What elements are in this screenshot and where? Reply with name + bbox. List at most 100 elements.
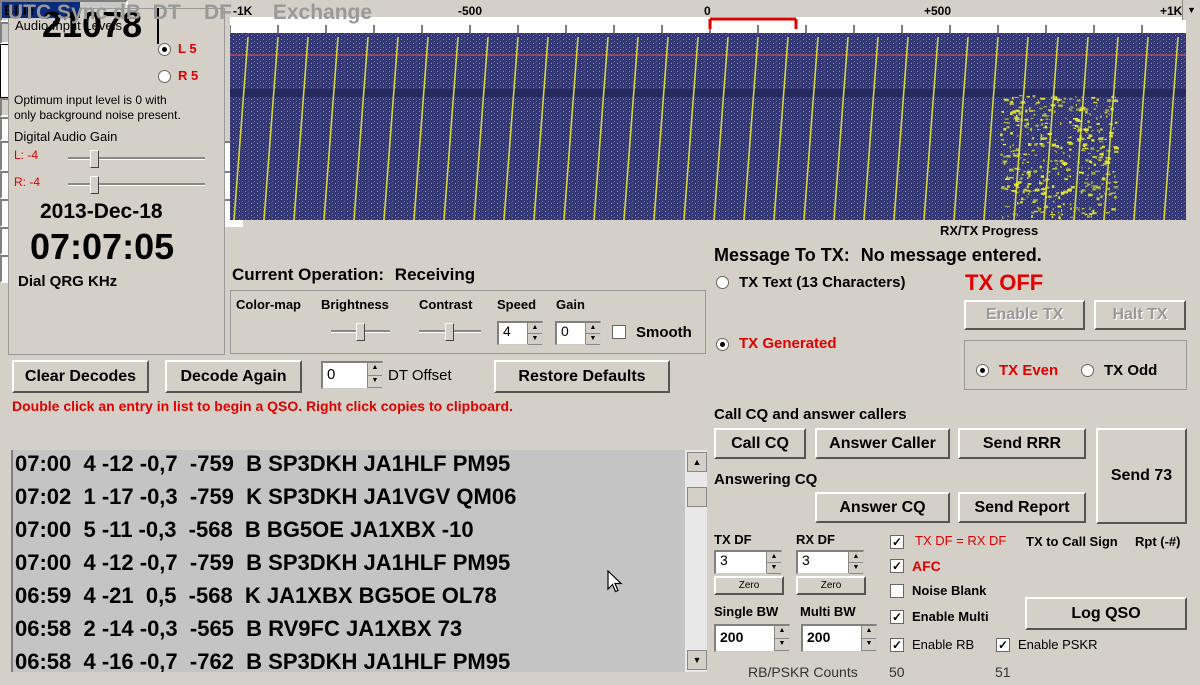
scroll-up-arrow-icon[interactable]: ▲ xyxy=(687,452,707,472)
pskr-count: 51 xyxy=(995,664,1011,680)
rx-df-zero-button[interactable]: Zero xyxy=(796,576,866,595)
smooth-label: Smooth xyxy=(636,324,692,341)
chevron-down-icon[interactable]: ▼ xyxy=(1182,0,1200,20)
operation-value: Receiving xyxy=(394,265,476,284)
input-hint-line2: only background noise present. xyxy=(14,108,181,122)
tx-generated-radio[interactable] xyxy=(716,338,729,351)
txdf-rxdf-checkbox[interactable]: ✓ xyxy=(890,535,904,549)
scroll-down-arrow-icon[interactable]: ▼ xyxy=(687,650,707,670)
cq-section-label: Call CQ and answer callers xyxy=(714,406,907,423)
send-report-button[interactable]: Send Report xyxy=(958,492,1086,523)
enable-rb-label: Enable RB xyxy=(912,637,975,652)
scale-label-plus-500: +500 xyxy=(924,4,952,18)
single-bw-label: Single BW xyxy=(714,604,779,619)
restore-defaults-button[interactable]: Restore Defaults xyxy=(494,360,670,393)
enable-rb-checkbox[interactable]: ✓ xyxy=(890,638,904,652)
multi-bw-value: 200 xyxy=(807,629,831,645)
smooth-checkbox[interactable] xyxy=(612,325,626,339)
waterfall-display[interactable] xyxy=(230,17,1186,220)
noise-blank-label: Noise Blank xyxy=(912,583,987,598)
answering-cq-label: Answering CQ xyxy=(714,471,818,488)
enable-multi-label: Enable Multi xyxy=(912,609,989,624)
afc-label: AFC xyxy=(912,558,941,574)
right-channel-radio[interactable] xyxy=(158,70,171,83)
gain-spinner[interactable]: 0 ▲ ▼ xyxy=(555,321,601,345)
contrast-thumb[interactable] xyxy=(445,323,454,341)
tx-even-label: TX Even xyxy=(999,362,1059,379)
enable-pskr-label: Enable PSKR xyxy=(1018,637,1098,652)
decode-again-button[interactable]: Decode Again xyxy=(165,360,302,393)
send-rrr-button[interactable]: Send RRR xyxy=(958,428,1086,459)
single-bw-spin-buttons[interactable]: ▲ ▼ xyxy=(774,626,789,651)
multi-bw-label: Multi BW xyxy=(800,604,856,619)
dt-offset-spinner[interactable]: 0 ▲ ▼ xyxy=(321,361,383,389)
left-gain-slider[interactable] xyxy=(68,157,205,160)
decode-row[interactable]: 07:00 4 -12 -0,7 -759 B SP3DKH JA1HLF PM… xyxy=(13,546,687,579)
tx-df-spinner[interactable]: 3 ▲ ▼ xyxy=(714,550,782,574)
rx-df-spin-buttons[interactable]: ▲ ▼ xyxy=(848,552,863,574)
dt-offset-label: DT Offset xyxy=(388,367,452,384)
call-cq-button[interactable]: Call CQ xyxy=(714,428,806,459)
mouse-pointer-icon xyxy=(607,570,623,593)
speed-spin-buttons[interactable]: ▲ ▼ xyxy=(527,323,542,345)
time-display: 07:07:05 xyxy=(30,226,175,267)
input-hint-line1: Optimum input level is 0 with xyxy=(14,93,167,107)
tx-df-zero-button[interactable]: Zero xyxy=(714,576,784,595)
enable-tx-button[interactable]: Enable TX xyxy=(964,300,1085,330)
enable-multi-checkbox[interactable]: ✓ xyxy=(890,610,904,624)
decode-scrollbar[interactable]: ▲ ▼ xyxy=(685,450,707,672)
rx-df-label: RX DF xyxy=(796,532,835,547)
clear-decodes-button[interactable]: Clear Decodes xyxy=(12,360,149,393)
contrast-label: Contrast xyxy=(419,297,473,312)
dt-offset-spin-buttons[interactable]: ▲ ▼ xyxy=(367,363,382,388)
left-channel-radio[interactable] xyxy=(158,43,171,56)
right-gain-thumb[interactable] xyxy=(90,176,99,194)
single-bw-spinner[interactable]: 200 ▲ ▼ xyxy=(714,624,790,652)
noise-blank-checkbox[interactable] xyxy=(890,584,904,598)
progress-label: RX/TX Progress xyxy=(940,223,1039,238)
tx-even-radio[interactable] xyxy=(976,364,989,377)
decode-row[interactable]: 06:59 4 -21 0,5 -568 K JA1XBX BG5OE OL78 xyxy=(13,579,687,612)
tx-generated-label: TX Generated xyxy=(739,335,837,352)
operation-label-text: Current Operation: xyxy=(232,265,385,284)
rx-df-value: 3 xyxy=(802,552,810,568)
log-qso-button[interactable]: Log QSO xyxy=(1025,597,1187,630)
right-channel-label: R 5 xyxy=(178,68,199,83)
send-73-button[interactable]: Send 73 xyxy=(1096,428,1187,524)
speed-spinner[interactable]: 4 ▲ ▼ xyxy=(497,321,543,345)
tx-text-label: TX Text (13 Characters) xyxy=(739,274,906,291)
multi-bw-spin-buttons[interactable]: ▲ ▼ xyxy=(861,626,876,651)
enable-pskr-checkbox[interactable]: ✓ xyxy=(996,638,1010,652)
decode-row[interactable]: 07:00 4 -12 -0,7 -759 B SP3DKH JA1HLF PM… xyxy=(13,450,687,480)
answer-cq-button[interactable]: Answer CQ xyxy=(815,492,950,523)
halt-tx-button[interactable]: Halt TX xyxy=(1094,300,1186,330)
left-channel-label: L 5 xyxy=(178,41,197,56)
multi-bw-spinner[interactable]: 200 ▲ ▼ xyxy=(801,624,877,652)
tx-text-radio[interactable] xyxy=(716,276,729,289)
date-display: 2013-Dec-18 xyxy=(40,200,163,223)
decode-list[interactable]: 07:00 4 -12 -0,7 -759 B SP3DKH JA1HLF PM… xyxy=(11,450,687,672)
decode-row[interactable]: 06:58 4 -16 -0,7 -762 B SP3DKH JA1HLF PM… xyxy=(13,645,687,672)
tx-call-sign-label: TX to Call Sign xyxy=(1026,534,1118,549)
scroll-thumb[interactable] xyxy=(687,487,707,507)
decode-row[interactable]: 07:00 5 -11 -0,3 -568 B BG5OE JA1XBX -10 xyxy=(13,513,687,546)
afc-checkbox[interactable]: ✓ xyxy=(890,559,904,573)
scale-label-minus-500: -500 xyxy=(458,4,483,18)
dt-offset-value: 0 xyxy=(327,366,336,383)
tx-df-spin-buttons[interactable]: ▲ ▼ xyxy=(766,552,781,574)
decode-row[interactable]: 06:58 2 -14 -0,3 -565 B RV9FC JA1XBX 73 xyxy=(13,612,687,645)
gain-spin-buttons[interactable]: ▲ ▼ xyxy=(585,323,600,345)
gain-value: 0 xyxy=(561,323,569,339)
tx-df-label: TX DF xyxy=(714,532,752,547)
brightness-thumb[interactable] xyxy=(356,323,365,341)
scale-label-plus-1k: +1K xyxy=(1160,4,1183,18)
speed-label: Speed xyxy=(497,297,537,312)
left-gain-thumb[interactable] xyxy=(90,150,99,168)
rb-pskr-counts-label: RB/PSKR Counts xyxy=(748,664,858,680)
decode-row[interactable]: 07:02 1 -17 -0,3 -759 K SP3DKH JA1VGV QM… xyxy=(13,480,687,513)
rx-df-spinner[interactable]: 3 ▲ ▼ xyxy=(796,550,864,574)
right-gain-slider[interactable] xyxy=(68,183,205,186)
tx-odd-radio[interactable] xyxy=(1081,364,1094,377)
answer-caller-button[interactable]: Answer Caller xyxy=(815,428,950,459)
decode-header-text: UTC Sync dB DT DF Exchange xyxy=(8,1,373,24)
